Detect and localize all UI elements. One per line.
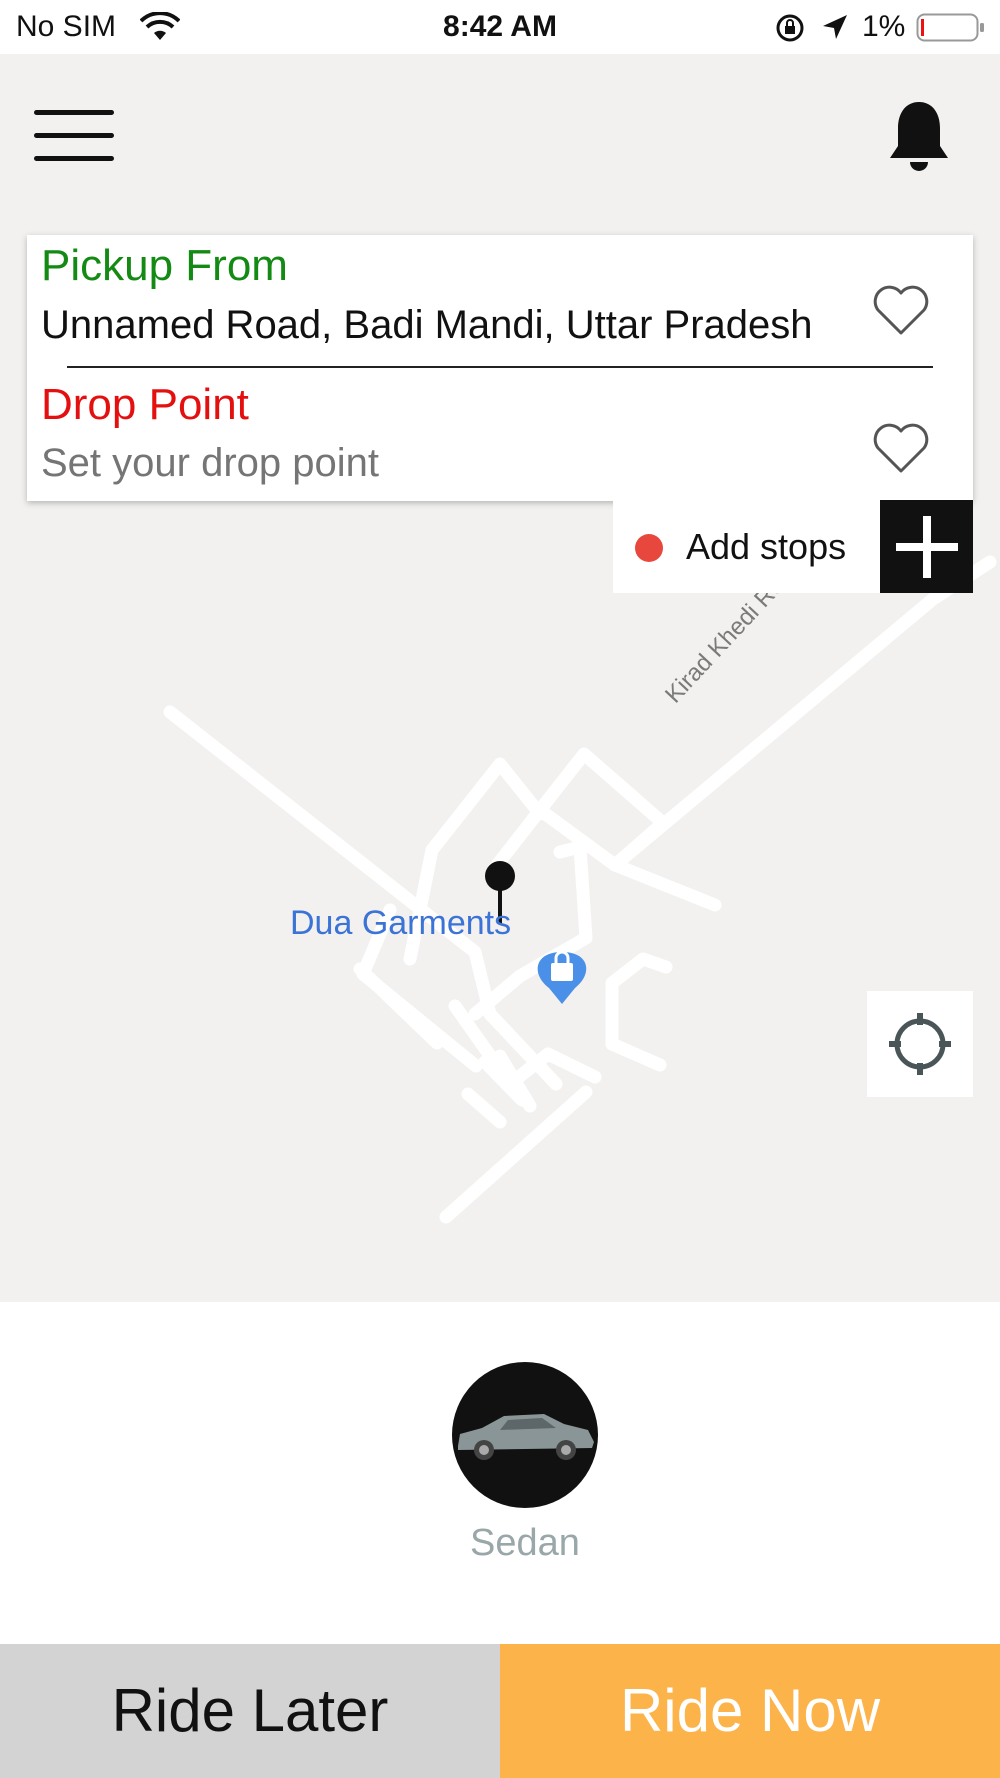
poi-shopping-marker bbox=[537, 950, 587, 1004]
map-poi-label: Dua Garments bbox=[290, 904, 512, 942]
battery-percent: 1% bbox=[862, 10, 906, 43]
location-card: Pickup From Unnamed Road, Badi Mandi, Ut… bbox=[27, 235, 973, 501]
ride-later-button[interactable]: Ride Later bbox=[0, 1644, 500, 1778]
hamburger-menu-icon[interactable] bbox=[30, 106, 116, 166]
menu-line bbox=[34, 156, 114, 161]
vehicle-label: Sedan bbox=[470, 1522, 580, 1564]
pickup-address[interactable]: Unnamed Road, Badi Mandi, Uttar Pradesh bbox=[41, 303, 871, 348]
crosshair-icon bbox=[889, 1013, 951, 1075]
sedan-vehicle-option[interactable] bbox=[452, 1362, 598, 1508]
ride-now-button[interactable]: Ride Now bbox=[500, 1644, 1000, 1778]
menu-line bbox=[34, 110, 114, 115]
add-stops-button[interactable]: Add stops bbox=[613, 500, 881, 593]
rotation-lock-icon bbox=[776, 14, 804, 42]
drop-favorite-heart-icon[interactable] bbox=[872, 423, 930, 475]
menu-line bbox=[34, 133, 114, 138]
status-time: 8:42 AM bbox=[443, 10, 557, 43]
plus-icon[interactable] bbox=[880, 500, 973, 593]
locate-me-button[interactable] bbox=[867, 991, 973, 1097]
stop-dot-icon bbox=[635, 534, 663, 562]
drop-label: Drop Point bbox=[41, 380, 249, 429]
card-divider bbox=[67, 366, 933, 368]
battery-icon bbox=[916, 13, 984, 42]
pickup-favorite-heart-icon[interactable] bbox=[872, 285, 930, 337]
pickup-label: Pickup From bbox=[41, 241, 288, 290]
location-arrow-icon bbox=[823, 15, 847, 39]
bell-icon[interactable] bbox=[886, 98, 952, 174]
add-stops-label: Add stops bbox=[686, 526, 847, 567]
drop-point-input[interactable] bbox=[41, 441, 841, 486]
car-icon bbox=[458, 1414, 594, 1460]
